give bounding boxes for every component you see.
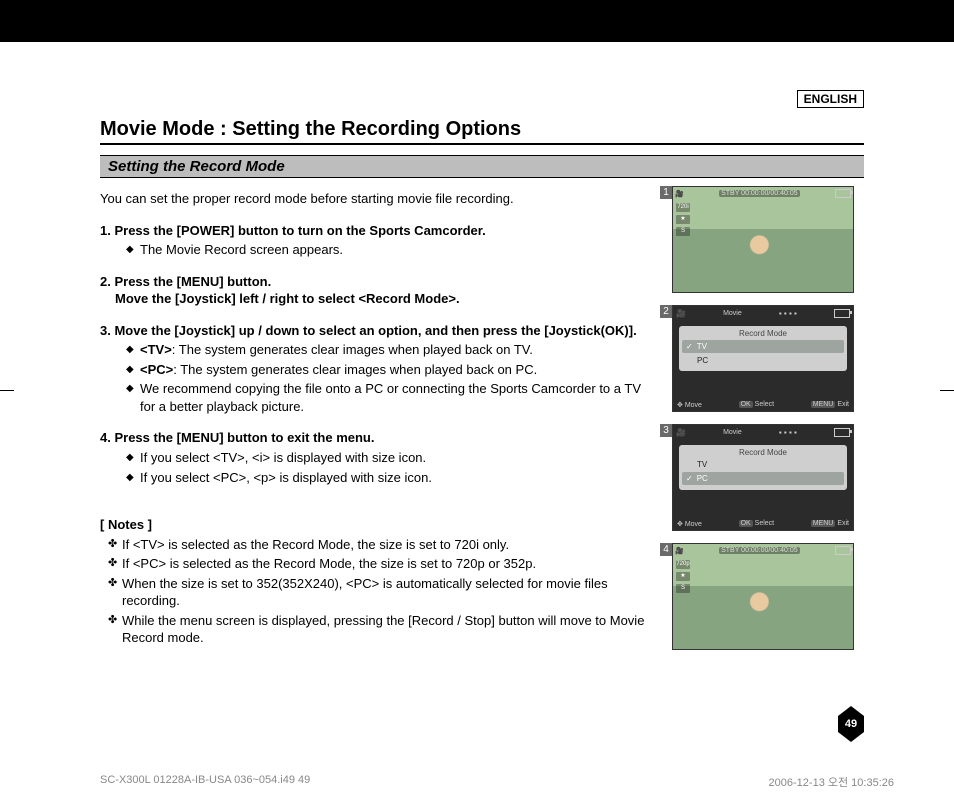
menu-option-pc: PC: [679, 354, 847, 367]
step-heading: Move the [Joystick] left / right to sele…: [115, 290, 460, 308]
tab-icons: ▪ ▪ ▪ ▪: [779, 428, 797, 437]
battery-icon: [835, 546, 851, 555]
menu-option-pc: ✓PC: [682, 472, 844, 485]
step-heading: Press the [POWER] button to turn on the …: [114, 223, 485, 238]
menu-option-tv: ✓TV: [682, 340, 844, 353]
screenshot-number: 2: [660, 305, 672, 318]
footer-right: 2006-12-13 오전 10:35:26: [769, 774, 894, 790]
hint-exit: Exit: [837, 401, 849, 408]
joystick-icon: ✥: [677, 402, 683, 409]
battery-icon: [834, 428, 850, 437]
tab-icons: ▪ ▪ ▪ ▪: [779, 309, 797, 318]
ok-pill: OK: [739, 520, 753, 527]
hint-select: Select: [755, 401, 774, 408]
note-item: If <PC> is selected as the Record Mode, …: [108, 555, 654, 573]
top-black-bar: [0, 0, 954, 42]
movie-icon: 🎥: [675, 547, 684, 555]
page-content: ENGLISH Movie Mode : Setting the Recordi…: [100, 90, 864, 772]
stby-indicator: STBY 00:00:00/00:40:05: [719, 547, 800, 554]
note-item: When the size is set to 352(352X240), <P…: [108, 575, 654, 610]
notes-heading: [ Notes ]: [100, 516, 654, 534]
menu-title: Record Mode: [679, 447, 847, 458]
screenshots-column: 1 🎥 STBY 00:00:00/00:40:05 720i ★ S: [672, 186, 864, 662]
step-heading: Press the [MENU] button to exit the menu…: [114, 430, 374, 445]
screenshot-number: 1: [660, 186, 672, 199]
menu-pill: MENU: [811, 401, 836, 408]
size-icon: 720i: [676, 203, 690, 212]
menu-header: Movie: [723, 310, 742, 317]
mode-icon: S: [676, 227, 690, 236]
ok-pill: OK: [739, 401, 753, 408]
note-item: While the menu screen is displayed, pres…: [108, 612, 654, 647]
crop-mark-left: [0, 390, 14, 391]
movie-icon: 🎥: [675, 190, 684, 198]
mode-icon: S: [676, 584, 690, 593]
screenshot-number: 4: [660, 543, 672, 556]
step-heading: Move the [Joystick] up / down to select …: [114, 323, 636, 338]
arrow-up-icon: [838, 706, 864, 716]
hint-move: Move: [685, 402, 702, 409]
step-bullet: The Movie Record screen appears.: [126, 241, 654, 259]
step-1: 1. Press the [POWER] button to turn on t…: [100, 222, 654, 259]
step-bullet: If you select <TV>, <i> is displayed wit…: [126, 449, 654, 467]
quality-icon: ★: [676, 572, 690, 581]
intro-text: You can set the proper record mode befor…: [100, 190, 654, 208]
menu-panel: Record Mode ✓TV PC: [679, 326, 847, 371]
battery-icon: [835, 189, 851, 198]
battery-icon: [834, 309, 850, 318]
page-title: Movie Mode : Setting the Recording Optio…: [100, 118, 864, 145]
camera-preview-image: [673, 544, 853, 649]
note-item: If <TV> is selected as the Record Mode, …: [108, 536, 654, 554]
crop-mark-right: [940, 390, 954, 391]
movie-icon: 🎥: [676, 309, 686, 318]
step-number: 1.: [100, 223, 111, 238]
screenshot-1: 1 🎥 STBY 00:00:00/00:40:05 720i ★ S: [672, 186, 864, 293]
print-footer: SC-X300L 01228A-IB-USA 036~054.i49 49 20…: [100, 774, 894, 790]
page-number: 49: [838, 716, 864, 732]
step-number: 2.: [100, 274, 111, 289]
screenshot-4: 4 🎥 STBY 00:00:00/00:40:05 720p ★ S: [672, 543, 864, 650]
section-subtitle: Setting the Record Mode: [100, 155, 864, 178]
hint-select: Select: [755, 520, 774, 527]
hint-move: Move: [685, 521, 702, 528]
step-bullet: <PC>: The system generates clear images …: [126, 361, 654, 379]
movie-icon: 🎥: [676, 428, 686, 437]
step-number: 3.: [100, 323, 111, 338]
menu-header: Movie: [723, 429, 742, 436]
step-4: 4. Press the [MENU] button to exit the m…: [100, 429, 654, 486]
camera-preview-image: [673, 187, 853, 292]
step-bullet: If you select <PC>, <p> is displayed wit…: [126, 469, 654, 487]
menu-pill: MENU: [811, 520, 836, 527]
hint-exit: Exit: [837, 520, 849, 527]
body-text-column: You can set the proper record mode befor…: [100, 186, 654, 662]
menu-title: Record Mode: [679, 328, 847, 339]
step-2: 2. Press the [MENU] button.Move the [Joy…: [100, 273, 654, 308]
language-label: ENGLISH: [797, 90, 864, 108]
stby-indicator: STBY 00:00:00/00:40:05: [719, 190, 800, 197]
step-number: 4.: [100, 430, 111, 445]
screenshot-number: 3: [660, 424, 672, 437]
quality-icon: ★: [676, 215, 690, 224]
size-icon: 720p: [676, 560, 690, 569]
menu-option-tv: TV: [679, 458, 847, 471]
menu-panel: Record Mode TV ✓PC: [679, 445, 847, 490]
step-bullet: We recommend copying the file onto a PC …: [126, 380, 654, 415]
page-number-badge: 49: [838, 706, 864, 742]
joystick-icon: ✥: [677, 521, 683, 528]
screenshot-2: 2 🎥 Movie ▪ ▪ ▪ ▪ Record Mode ✓TV PC ✥: [672, 305, 864, 412]
step-3: 3. Move the [Joystick] up / down to sele…: [100, 322, 654, 416]
footer-left: SC-X300L 01228A-IB-USA 036~054.i49 49: [100, 774, 310, 790]
step-bullet: <TV>: The system generates clear images …: [126, 341, 654, 359]
arrow-down-icon: [838, 732, 864, 742]
step-heading: Press the [MENU] button.: [114, 274, 271, 289]
screenshot-3: 3 🎥 Movie ▪ ▪ ▪ ▪ Record Mode TV ✓PC ✥: [672, 424, 864, 531]
